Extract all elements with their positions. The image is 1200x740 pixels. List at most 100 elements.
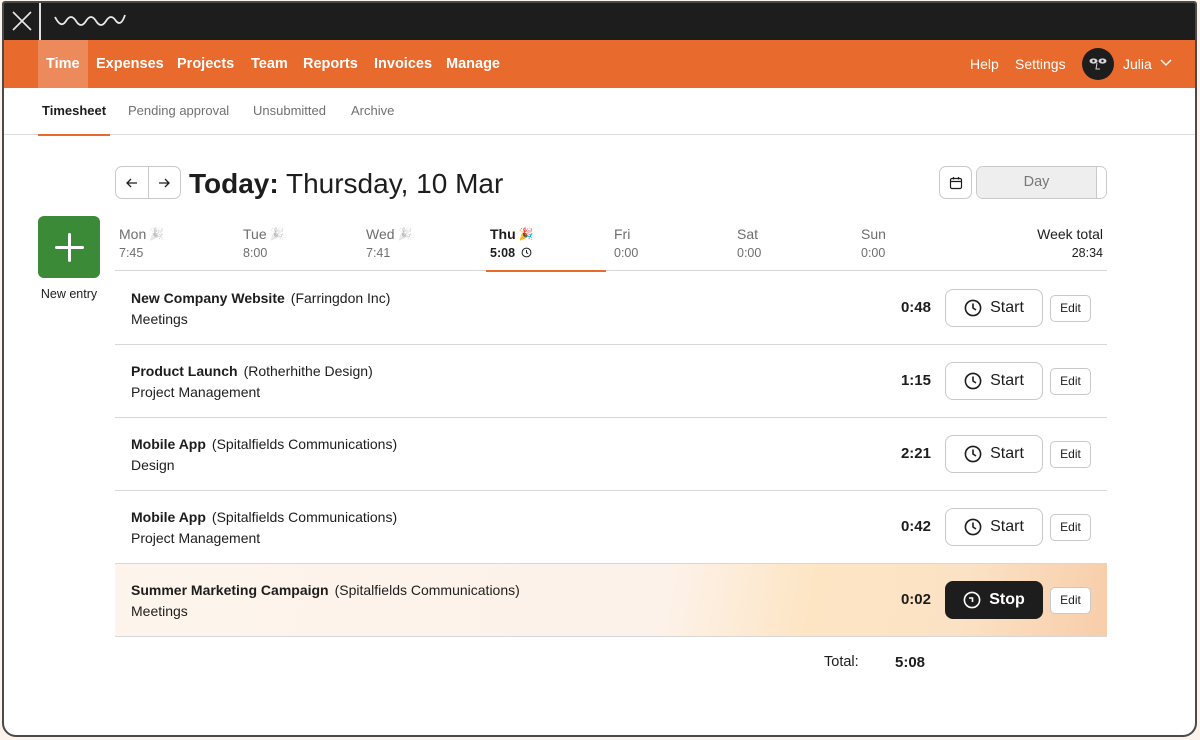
entry-duration: 0:02	[900, 591, 931, 608]
tab-archive[interactable]: Archive	[351, 88, 394, 135]
day-hours: 8:00	[243, 246, 268, 260]
project-name: Product Launch	[131, 363, 238, 379]
week-total: Week total 28:34	[1037, 226, 1103, 260]
day-name: Sat	[737, 226, 759, 242]
day-hours: 7:41	[366, 246, 391, 260]
entry-duration: 1:15	[900, 372, 931, 389]
new-entry-button[interactable]	[38, 216, 100, 278]
task-name: Project Management	[131, 384, 261, 400]
avatar-face-icon	[1089, 58, 1107, 70]
clock-icon	[964, 299, 982, 317]
day-view-button[interactable]: Day	[977, 167, 1097, 198]
nav-invoices[interactable]: Invoices	[366, 40, 440, 88]
total-value: 5:08	[895, 654, 926, 671]
calendar-button[interactable]	[939, 166, 972, 199]
clock-icon	[964, 445, 982, 463]
clock-icon	[964, 372, 982, 390]
tab-unsubmitted[interactable]: Unsubmitted	[253, 88, 326, 135]
day-mon[interactable]: Mon 🎉 7:45	[115, 221, 235, 271]
day-name: Thu	[490, 226, 516, 242]
client-name: (Spitalfields Communications)	[334, 582, 520, 598]
new-entry-label: New entry	[40, 287, 98, 301]
day-sun[interactable]: Sun 0:00	[857, 221, 977, 271]
day-fri[interactable]: Fri 0:00	[610, 221, 730, 271]
edit-entry-button[interactable]: Edit	[1050, 514, 1091, 541]
page-title: Today: Thursday, 10 Mar	[189, 166, 503, 202]
sub-tabs: Timesheet Pending approval Unsubmitted A…	[4, 88, 1195, 136]
project-name: Mobile App	[131, 436, 206, 452]
start-timer-button[interactable]: Start	[945, 289, 1043, 327]
edit-entry-button[interactable]: Edit	[1050, 587, 1091, 614]
title-bar	[4, 3, 1195, 40]
start-timer-button[interactable]: Start	[945, 362, 1043, 400]
wave-logo-icon	[54, 14, 126, 26]
view-toggle: Day Week	[976, 166, 1107, 199]
day-wed[interactable]: Wed 🎉 7:41	[362, 221, 482, 271]
entry-duration: 0:48	[900, 299, 931, 316]
nav-time[interactable]: Time	[38, 40, 88, 88]
stop-timer-button[interactable]: Stop	[945, 581, 1043, 619]
client-name: (Farringdon Inc)	[290, 290, 391, 306]
project-name: New Company Website	[131, 290, 285, 306]
day-strip: Mon 🎉 7:45 Tue 🎉 8:00 Wed 🎉 7:41 Thu 🎉 5:08 …	[115, 221, 1107, 272]
start-label: Start	[990, 518, 1024, 535]
client-name: (Spitalfields Communications)	[211, 509, 398, 525]
user-menu[interactable]: Julia	[1123, 40, 1152, 88]
stop-label: Stop	[989, 591, 1025, 608]
arrow-right-icon	[159, 178, 171, 187]
start-timer-button[interactable]: Start	[945, 508, 1043, 546]
app-window: Time Expenses Projects Team Reports Invo…	[2, 1, 1197, 737]
date-nav	[115, 166, 181, 199]
running-timer-icon	[963, 591, 981, 609]
day-tue[interactable]: Tue 🎉 8:00	[239, 221, 359, 271]
time-entries: New Company Website (Farringdon Inc) Meet…	[115, 272, 1107, 637]
day-hours: 0:00	[861, 246, 886, 260]
nav-team[interactable]: Team	[243, 40, 296, 88]
next-day-button[interactable]	[147, 167, 180, 198]
arrow-left-icon	[126, 178, 137, 187]
edit-entry-button[interactable]: Edit	[1050, 368, 1091, 395]
title-date: Thursday, 10 Mar	[285, 168, 504, 199]
day-hours: 5:08	[490, 246, 516, 260]
time-entry-row: Product Launch (Rotherhithe Design) Proje…	[115, 345, 1107, 418]
settings-link[interactable]: Settings	[1015, 40, 1066, 88]
day-name: Mon	[119, 226, 147, 242]
week-total-value: 28:34	[1071, 246, 1103, 260]
day-name: Fri	[614, 226, 631, 242]
tab-pending-approval[interactable]: Pending approval	[128, 88, 229, 135]
prev-day-button[interactable]	[116, 167, 148, 198]
calendar-icon	[949, 176, 962, 189]
party-popper-icon: 🎉	[149, 227, 165, 241]
start-label: Start	[990, 372, 1024, 389]
avatar[interactable]	[1082, 48, 1114, 80]
title-prefix: Today:	[189, 168, 279, 199]
day-name: Tue	[243, 226, 267, 242]
clock-icon	[964, 518, 982, 536]
nav-expenses[interactable]: Expenses	[88, 40, 172, 88]
party-popper-icon: 🎉	[518, 227, 534, 241]
start-label: Start	[990, 299, 1024, 316]
main-nav: Time Expenses Projects Team Reports Invo…	[4, 40, 1195, 88]
entry-duration: 0:42	[900, 518, 931, 535]
day-name: Wed	[366, 226, 395, 242]
nav-manage[interactable]: Manage	[438, 40, 508, 88]
time-entry-row: Mobile App (Spitalfields Communications) …	[115, 418, 1107, 491]
nav-projects[interactable]: Projects	[169, 40, 242, 88]
party-popper-icon: 🎉	[397, 227, 413, 241]
tab-timesheet[interactable]: Timesheet	[37, 88, 111, 136]
day-hours: 0:00	[614, 246, 639, 260]
chevron-down-icon[interactable]	[1160, 58, 1172, 68]
total-label: Total:	[824, 654, 859, 670]
day-sat[interactable]: Sat 0:00	[733, 221, 853, 271]
help-link[interactable]: Help	[970, 40, 999, 88]
edit-entry-button[interactable]: Edit	[1050, 295, 1091, 322]
day-thu[interactable]: Thu 🎉 5:08	[486, 221, 606, 272]
edit-entry-button[interactable]: Edit	[1050, 441, 1091, 468]
task-name: Project Management	[131, 530, 261, 546]
task-name: Meetings	[131, 603, 188, 619]
close-button[interactable]	[4, 3, 41, 40]
nav-reports[interactable]: Reports	[295, 40, 366, 88]
start-timer-button[interactable]: Start	[945, 435, 1043, 473]
entry-duration: 2:21	[900, 445, 931, 462]
day-hours: 0:00	[737, 246, 762, 260]
